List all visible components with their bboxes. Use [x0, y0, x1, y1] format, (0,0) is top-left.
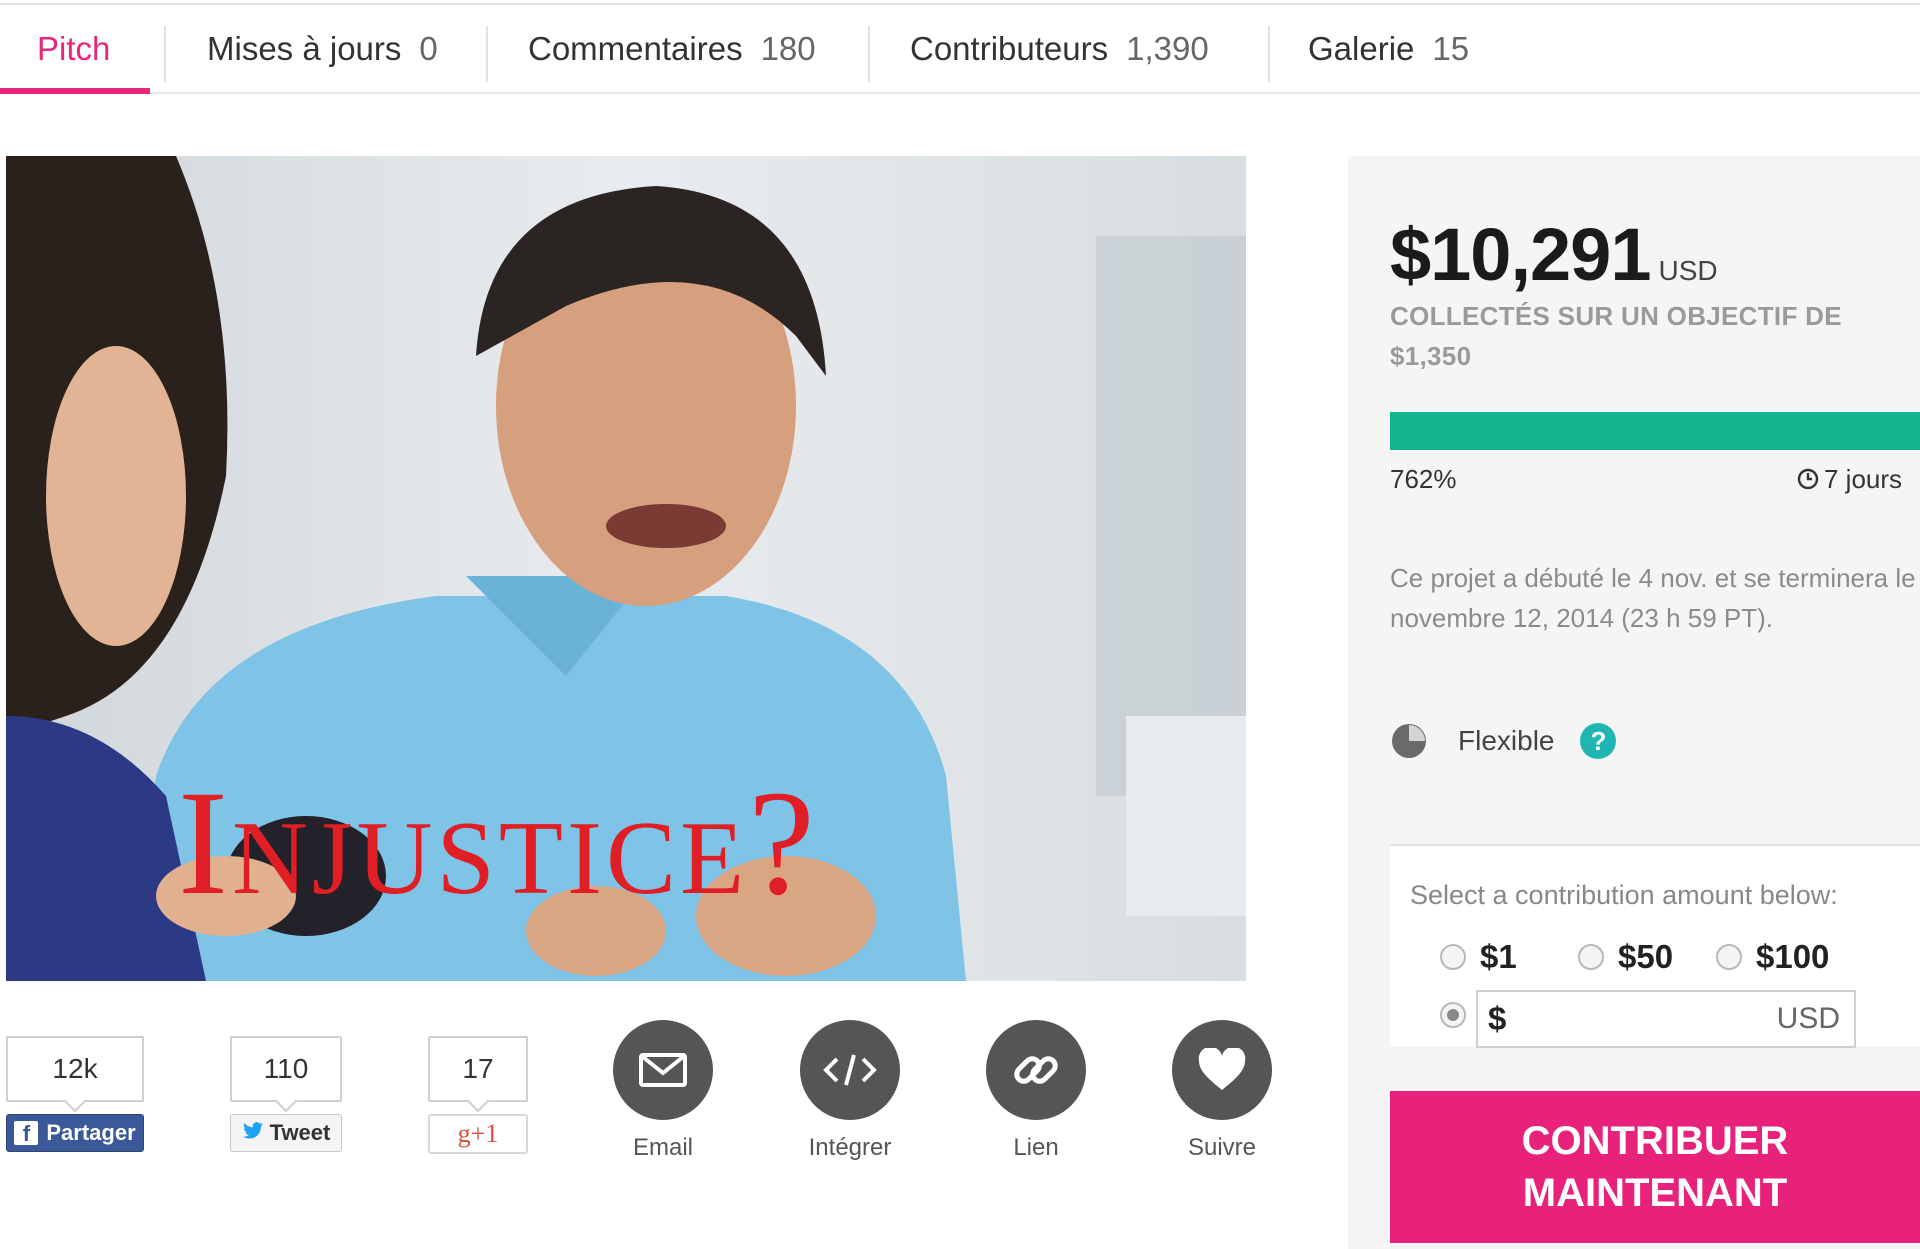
- share-button-label: Partager: [46, 1120, 136, 1145]
- tab-gallery[interactable]: Galerie 15: [1308, 6, 1469, 92]
- custom-amount-input[interactable]: $ USD: [1476, 990, 1856, 1048]
- cta-line-2: MAINTENANT: [1522, 1171, 1788, 1215]
- facebook-share-button[interactable]: f Partager: [6, 1114, 144, 1152]
- campaign-dates-note: Ce projet a débuté le 4 nov. et se termi…: [1390, 563, 1916, 633]
- tab-label: Pitch: [37, 30, 111, 67]
- tab-pitch[interactable]: Pitch: [0, 6, 151, 94]
- share-button-label: Tweet: [269, 1120, 331, 1145]
- google-plus-icon: g+1: [457, 1119, 499, 1148]
- tab-label: Contributeurs: [910, 30, 1109, 67]
- cta-line-1: CONTRIBUER: [1521, 1119, 1789, 1163]
- code-icon: [800, 1020, 900, 1120]
- radio-amount-1[interactable]: [1440, 944, 1466, 970]
- custom-amount-prefix: $: [1488, 1000, 1507, 1037]
- help-icon[interactable]: ?: [1580, 723, 1617, 759]
- twitter-share: 110 Tweet: [230, 1036, 342, 1152]
- time-remaining: 7 jours: [1796, 464, 1902, 495]
- follow-button[interactable]: Suivre: [1152, 1020, 1292, 1162]
- funding-type-label: Flexible: [1458, 725, 1555, 756]
- action-label: Intégrer: [808, 1134, 892, 1161]
- progress-bar: [1390, 412, 1920, 450]
- tab-count: 1,390: [1126, 30, 1209, 67]
- amount-option-label: $1: [1480, 938, 1517, 975]
- top-border: [0, 3, 1920, 5]
- tab-count: 15: [1432, 30, 1470, 67]
- facebook-icon: f: [14, 1121, 39, 1146]
- tab-count: 180: [760, 30, 816, 67]
- radio-amount-100[interactable]: [1716, 944, 1742, 970]
- tab-label: Mises à jours: [207, 30, 402, 67]
- campaign-tabs: Pitch Mises à jours 0 Commentaires 180 C…: [0, 6, 1920, 94]
- embed-button[interactable]: Intégrer: [780, 1020, 920, 1162]
- amount-value: $10,291: [1390, 213, 1651, 296]
- tab-label: Galerie: [1308, 30, 1415, 67]
- funding-type: Flexible ?: [1390, 722, 1617, 760]
- google-plus-share: 17 g+1: [428, 1036, 528, 1154]
- twitter-bird-icon: [242, 1120, 264, 1146]
- action-label: Lien: [1013, 1134, 1059, 1161]
- contribution-selector: Select a contribution amount below: $1 $…: [1390, 846, 1920, 1048]
- days-left: 7 jours: [1824, 464, 1903, 494]
- action-label: Suivre: [1187, 1134, 1257, 1161]
- tab-count: 0: [419, 30, 438, 67]
- tab-divider: [164, 26, 166, 82]
- amount-option-label: $100: [1756, 938, 1830, 975]
- pie-icon: [1392, 724, 1426, 758]
- amount-option-label: $50: [1618, 938, 1674, 975]
- tab-label: Commentaires: [528, 30, 743, 67]
- goal-text: COLLECTÉS SUR UN OBJECTIF DE $1,350: [1390, 301, 1842, 371]
- campaign-image: Injustice?: [6, 156, 1246, 981]
- amount-currency: USD: [1658, 255, 1718, 286]
- share-count: 110: [230, 1036, 342, 1102]
- share-count: 12k: [6, 1036, 144, 1102]
- twitter-tweet-button[interactable]: Tweet: [230, 1114, 342, 1152]
- share-count: 17: [428, 1036, 528, 1102]
- google-plus-button[interactable]: g+1: [428, 1114, 528, 1154]
- action-label: Email: [632, 1134, 693, 1161]
- amount-raised: $10,291 USD: [1390, 212, 1718, 297]
- percent-funded: 762%: [1390, 464, 1457, 494]
- tab-divider: [868, 26, 870, 82]
- radio-custom-amount[interactable]: [1440, 1002, 1466, 1028]
- radio-amount-50[interactable]: [1578, 944, 1604, 970]
- contribute-now-button[interactable]: CONTRIBUER MAINTENANT: [1390, 1091, 1920, 1243]
- link-button[interactable]: Lien: [966, 1020, 1106, 1162]
- hero-overlay-text: Injustice?: [178, 760, 819, 926]
- custom-amount-currency: USD: [1776, 1002, 1840, 1035]
- link-icon: [986, 1020, 1086, 1120]
- tab-contributors[interactable]: Contributeurs 1,390: [910, 6, 1209, 92]
- heart-icon: [1172, 1020, 1272, 1120]
- tab-comments[interactable]: Commentaires 180: [528, 6, 816, 92]
- tab-divider: [486, 26, 488, 82]
- email-button[interactable]: Email: [593, 1020, 733, 1162]
- tab-divider: [1268, 26, 1270, 82]
- tab-updates[interactable]: Mises à jours 0: [207, 6, 438, 92]
- progress-fill: [1390, 412, 1920, 450]
- clock-icon: [1797, 468, 1819, 490]
- contribution-prompt: Select a contribution amount below:: [1410, 880, 1838, 910]
- envelope-icon: [613, 1020, 713, 1120]
- facebook-share: 12k f Partager: [6, 1036, 144, 1152]
- funding-sidebar: $10,291 USD COLLECTÉS SUR UN OBJECTIF DE …: [1348, 156, 1920, 1249]
